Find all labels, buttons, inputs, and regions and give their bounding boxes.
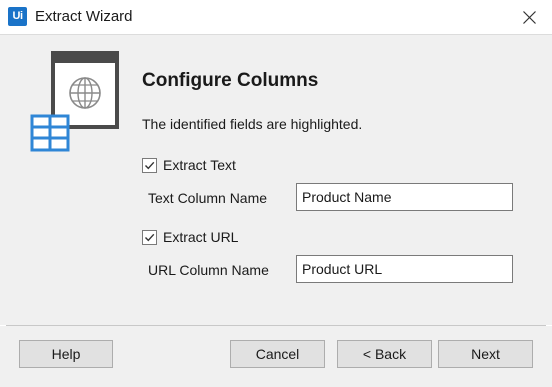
extract-text-checkbox-row[interactable]: Extract Text bbox=[142, 157, 236, 173]
uipath-logo: Ui bbox=[8, 7, 27, 26]
extract-url-checkbox-row[interactable]: Extract URL bbox=[142, 229, 238, 245]
text-column-name-label: Text Column Name bbox=[148, 190, 268, 206]
cancel-button[interactable]: Cancel bbox=[230, 340, 325, 368]
close-icon bbox=[522, 10, 536, 24]
help-button[interactable]: Help bbox=[19, 340, 113, 368]
window-title: Extract Wizard bbox=[35, 8, 133, 25]
extract-text-label: Extract Text bbox=[163, 157, 236, 173]
extract-url-label: Extract URL bbox=[163, 229, 239, 245]
url-column-name-label: URL Column Name bbox=[148, 262, 269, 278]
checkmark-icon bbox=[144, 233, 155, 241]
table-web-icon bbox=[30, 51, 119, 152]
page-title: Configure Columns bbox=[142, 70, 319, 91]
text-column-name-input[interactable] bbox=[296, 183, 513, 211]
close-button[interactable] bbox=[514, 3, 544, 31]
back-button[interactable]: < Back bbox=[337, 340, 432, 368]
extract-text-checkbox[interactable] bbox=[142, 157, 157, 173]
title-bar: Ui Extract Wizard bbox=[0, 0, 552, 34]
url-column-name-input[interactable] bbox=[296, 255, 513, 283]
page-description: The identified fields are highlighted. bbox=[142, 116, 363, 132]
checkmark-icon bbox=[144, 161, 155, 169]
extract-url-checkbox[interactable] bbox=[142, 229, 157, 245]
next-button[interactable]: Next bbox=[438, 340, 533, 368]
